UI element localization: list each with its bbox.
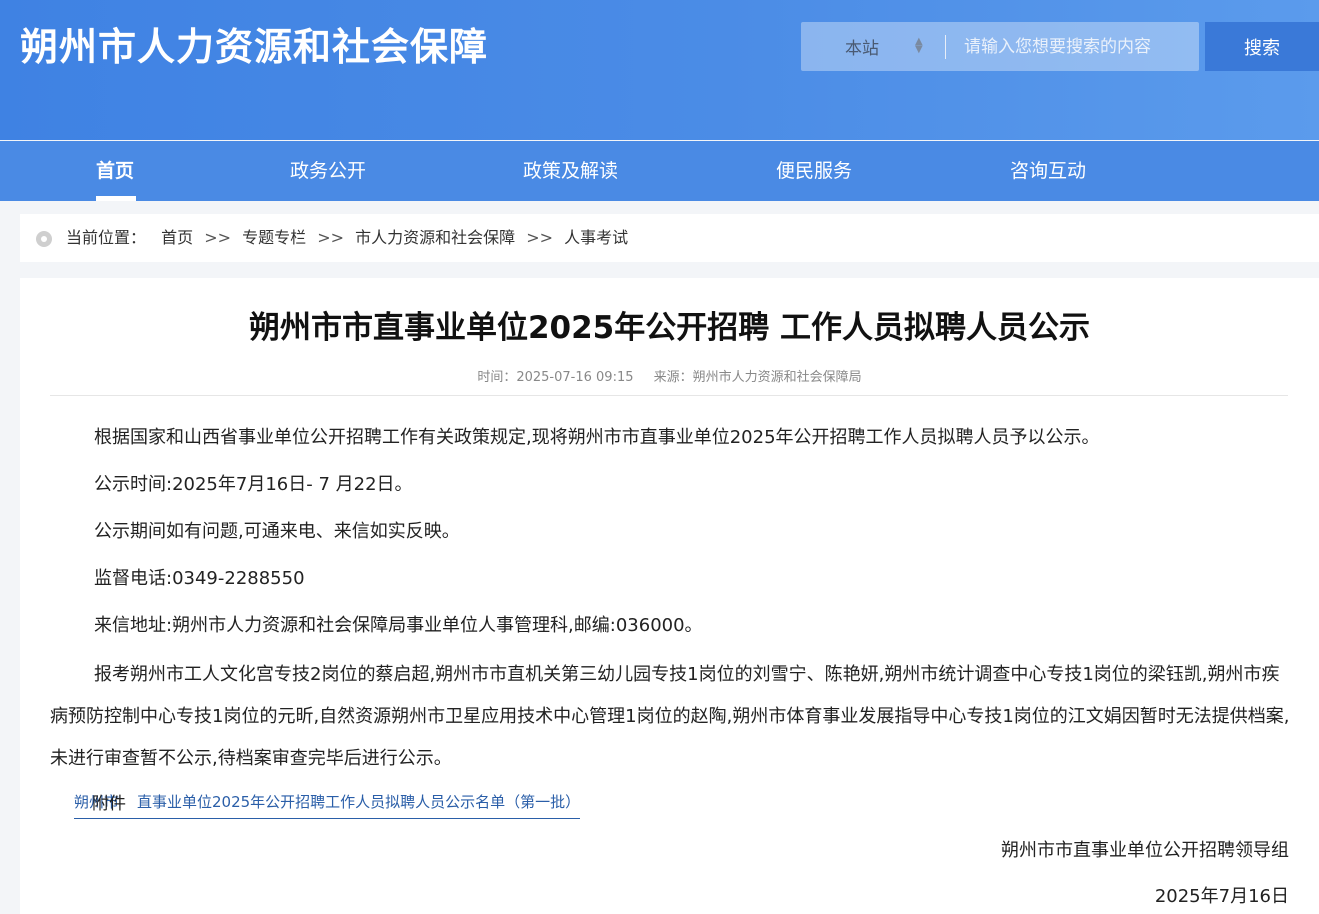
breadcrumb-separator: >>	[526, 228, 554, 247]
breadcrumb-item-exams[interactable]: 人事考试	[564, 228, 628, 247]
attachment-label: 附件	[92, 794, 126, 814]
attachment-link-text: 直事业单位2025年公开招聘工作人员拟聘人员公示名单（第一批）	[137, 793, 581, 811]
search-input[interactable]	[964, 22, 1194, 71]
article-title: 朔州市市直事业单位2025年公开招聘 工作人员拟聘人员公示	[248, 310, 1091, 346]
breadcrumb-separator: >>	[204, 228, 232, 247]
paragraph: 公示期间如有问题,可通来电、来信如实反映。	[94, 521, 460, 542]
search-divider	[945, 35, 946, 59]
source-label: 来源：	[653, 370, 693, 385]
paragraph: 根据国家和山西省事业单位公开招聘工作有关政策规定,现将朔州市市直事业单位2025…	[94, 427, 1100, 448]
search-button[interactable]: 搜索	[1205, 22, 1319, 71]
paragraph: 报考朔州市工人文化宫专技2岗位的蔡启超,朔州市市直机关第三幼儿园专技1岗位的刘雪…	[50, 664, 1290, 769]
divider	[50, 395, 1288, 396]
nav-item-policy[interactable]: 政策及解读	[523, 141, 618, 201]
breadcrumb-item-hr[interactable]: 市人力资源和社会保障	[355, 228, 515, 247]
search-scope-label: 本站	[845, 39, 879, 59]
time-label: 时间：	[477, 370, 517, 385]
nav-item-home[interactable]: 首页	[96, 141, 134, 201]
nav-active-indicator	[96, 196, 136, 201]
site-header: 朔州市人力资源和社会保障 本站 ▲▼ 搜索	[0, 0, 1319, 140]
nav-item-government-affairs[interactable]: 政务公开	[290, 141, 366, 201]
site-title[interactable]: 朔州市人力资源和社会保障	[20, 16, 488, 71]
attachment-link[interactable]: 朔州市 直事业单位2025年公开招聘工作人员拟聘人员公示名单（第一批）	[74, 791, 581, 819]
nav-item-consulting[interactable]: 咨询互动	[1010, 141, 1086, 201]
search-box: 本站 ▲ ▼	[801, 22, 1199, 71]
breadcrumb-item-topics[interactable]: 专题专栏	[242, 228, 306, 247]
breadcrumb-separator: >>	[317, 228, 345, 247]
publish-time: 2025-07-16 09:15	[516, 370, 634, 385]
nav-item-services[interactable]: 便民服务	[776, 141, 852, 201]
paragraph: 监督电话:0349-2288550	[94, 568, 305, 589]
sort-arrows-icon: ▲ ▼	[915, 36, 923, 55]
signature: 朔州市市直事业单位公开招聘领导组	[1001, 840, 1289, 861]
main-nav: 首页 政务公开 政策及解读 便民服务 咨询互动	[0, 141, 1319, 201]
breadcrumb-item-home[interactable]: 首页	[161, 228, 193, 247]
paragraph: 来信地址:朔州市人力资源和社会保障局事业单位人事管理科,邮编:036000。	[94, 615, 703, 636]
article-meta: 时间：2025-07-16 09:15 来源：朔州市人力资源和社会保障局	[20, 366, 1319, 385]
search-scope-select[interactable]: 本站	[801, 22, 947, 71]
breadcrumb: 当前位置： 首页 >> 专题专栏 >> 市人力资源和社会保障 >> 人事考试	[20, 214, 1319, 262]
article: 朔州市市直事业单位2025年公开招聘 工作人员拟聘人员公示 时间：2025-07…	[20, 278, 1319, 914]
signature-date: 2025年7月16日	[1154, 886, 1289, 907]
breadcrumb-prefix: 当前位置：	[66, 228, 147, 247]
location-icon	[36, 231, 52, 247]
article-source: 朔州市人力资源和社会保障局	[692, 370, 862, 385]
paragraph: 公示时间:2025年7月16日- 7 月22日。	[94, 474, 413, 495]
